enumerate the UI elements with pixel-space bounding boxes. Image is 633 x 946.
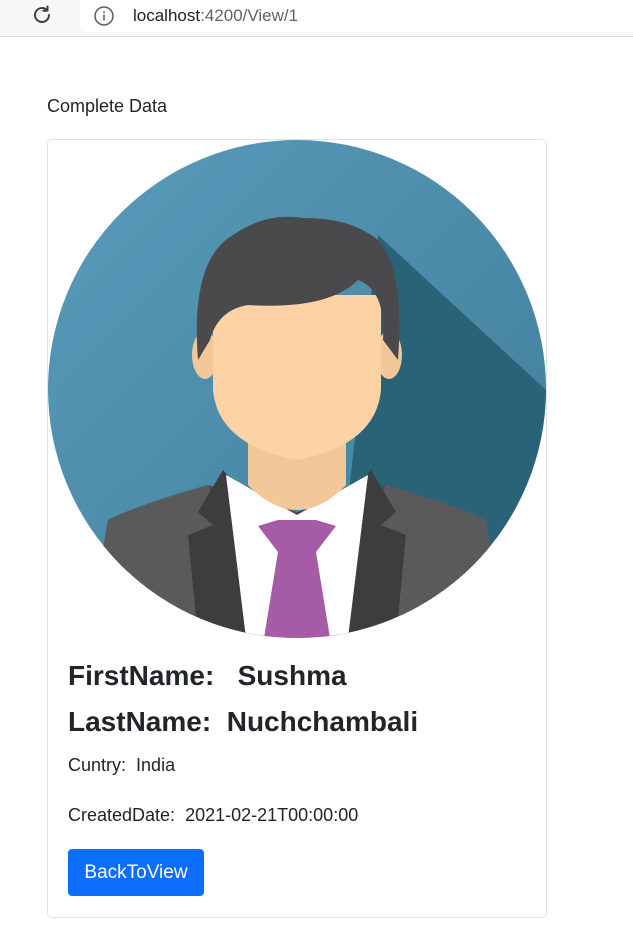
url-text[interactable]: localhost:4200/View/1 <box>133 6 298 26</box>
profile-card: FirstName: Sushma LastName: Nuchchambali… <box>47 139 547 918</box>
info-icon[interactable] <box>93 5 115 27</box>
first-name-value: Sushma <box>237 660 347 691</box>
browser-toolbar: localhost:4200/View/1 <box>0 0 633 37</box>
last-name-label: LastName: <box>68 706 212 737</box>
country-value: India <box>136 755 176 775</box>
page-heading: Complete Data <box>47 96 168 116</box>
back-to-view-button[interactable]: BackToView <box>68 849 204 896</box>
created-date-value: 2021-02-21T00:00:00 <box>185 805 359 825</box>
url-host: localhost <box>133 6 201 25</box>
country-row: Cuntry: India <box>68 754 175 776</box>
reload-icon[interactable] <box>30 3 54 27</box>
url-path: :4200/View/1 <box>200 6 299 25</box>
first-name-row: FirstName: Sushma <box>68 659 347 693</box>
created-date-row: CreatedDate: 2021-02-21T00:00:00 <box>68 804 358 826</box>
first-name-label: FirstName: <box>68 660 215 691</box>
country-label: Cuntry: <box>68 755 127 775</box>
address-bar[interactable]: localhost:4200/View/1 <box>80 0 633 32</box>
created-date-label: CreatedDate: <box>68 805 176 825</box>
last-name-value: Nuchchambali <box>226 706 419 737</box>
last-name-row: LastName: Nuchchambali <box>68 705 418 739</box>
avatar-image <box>48 140 546 638</box>
